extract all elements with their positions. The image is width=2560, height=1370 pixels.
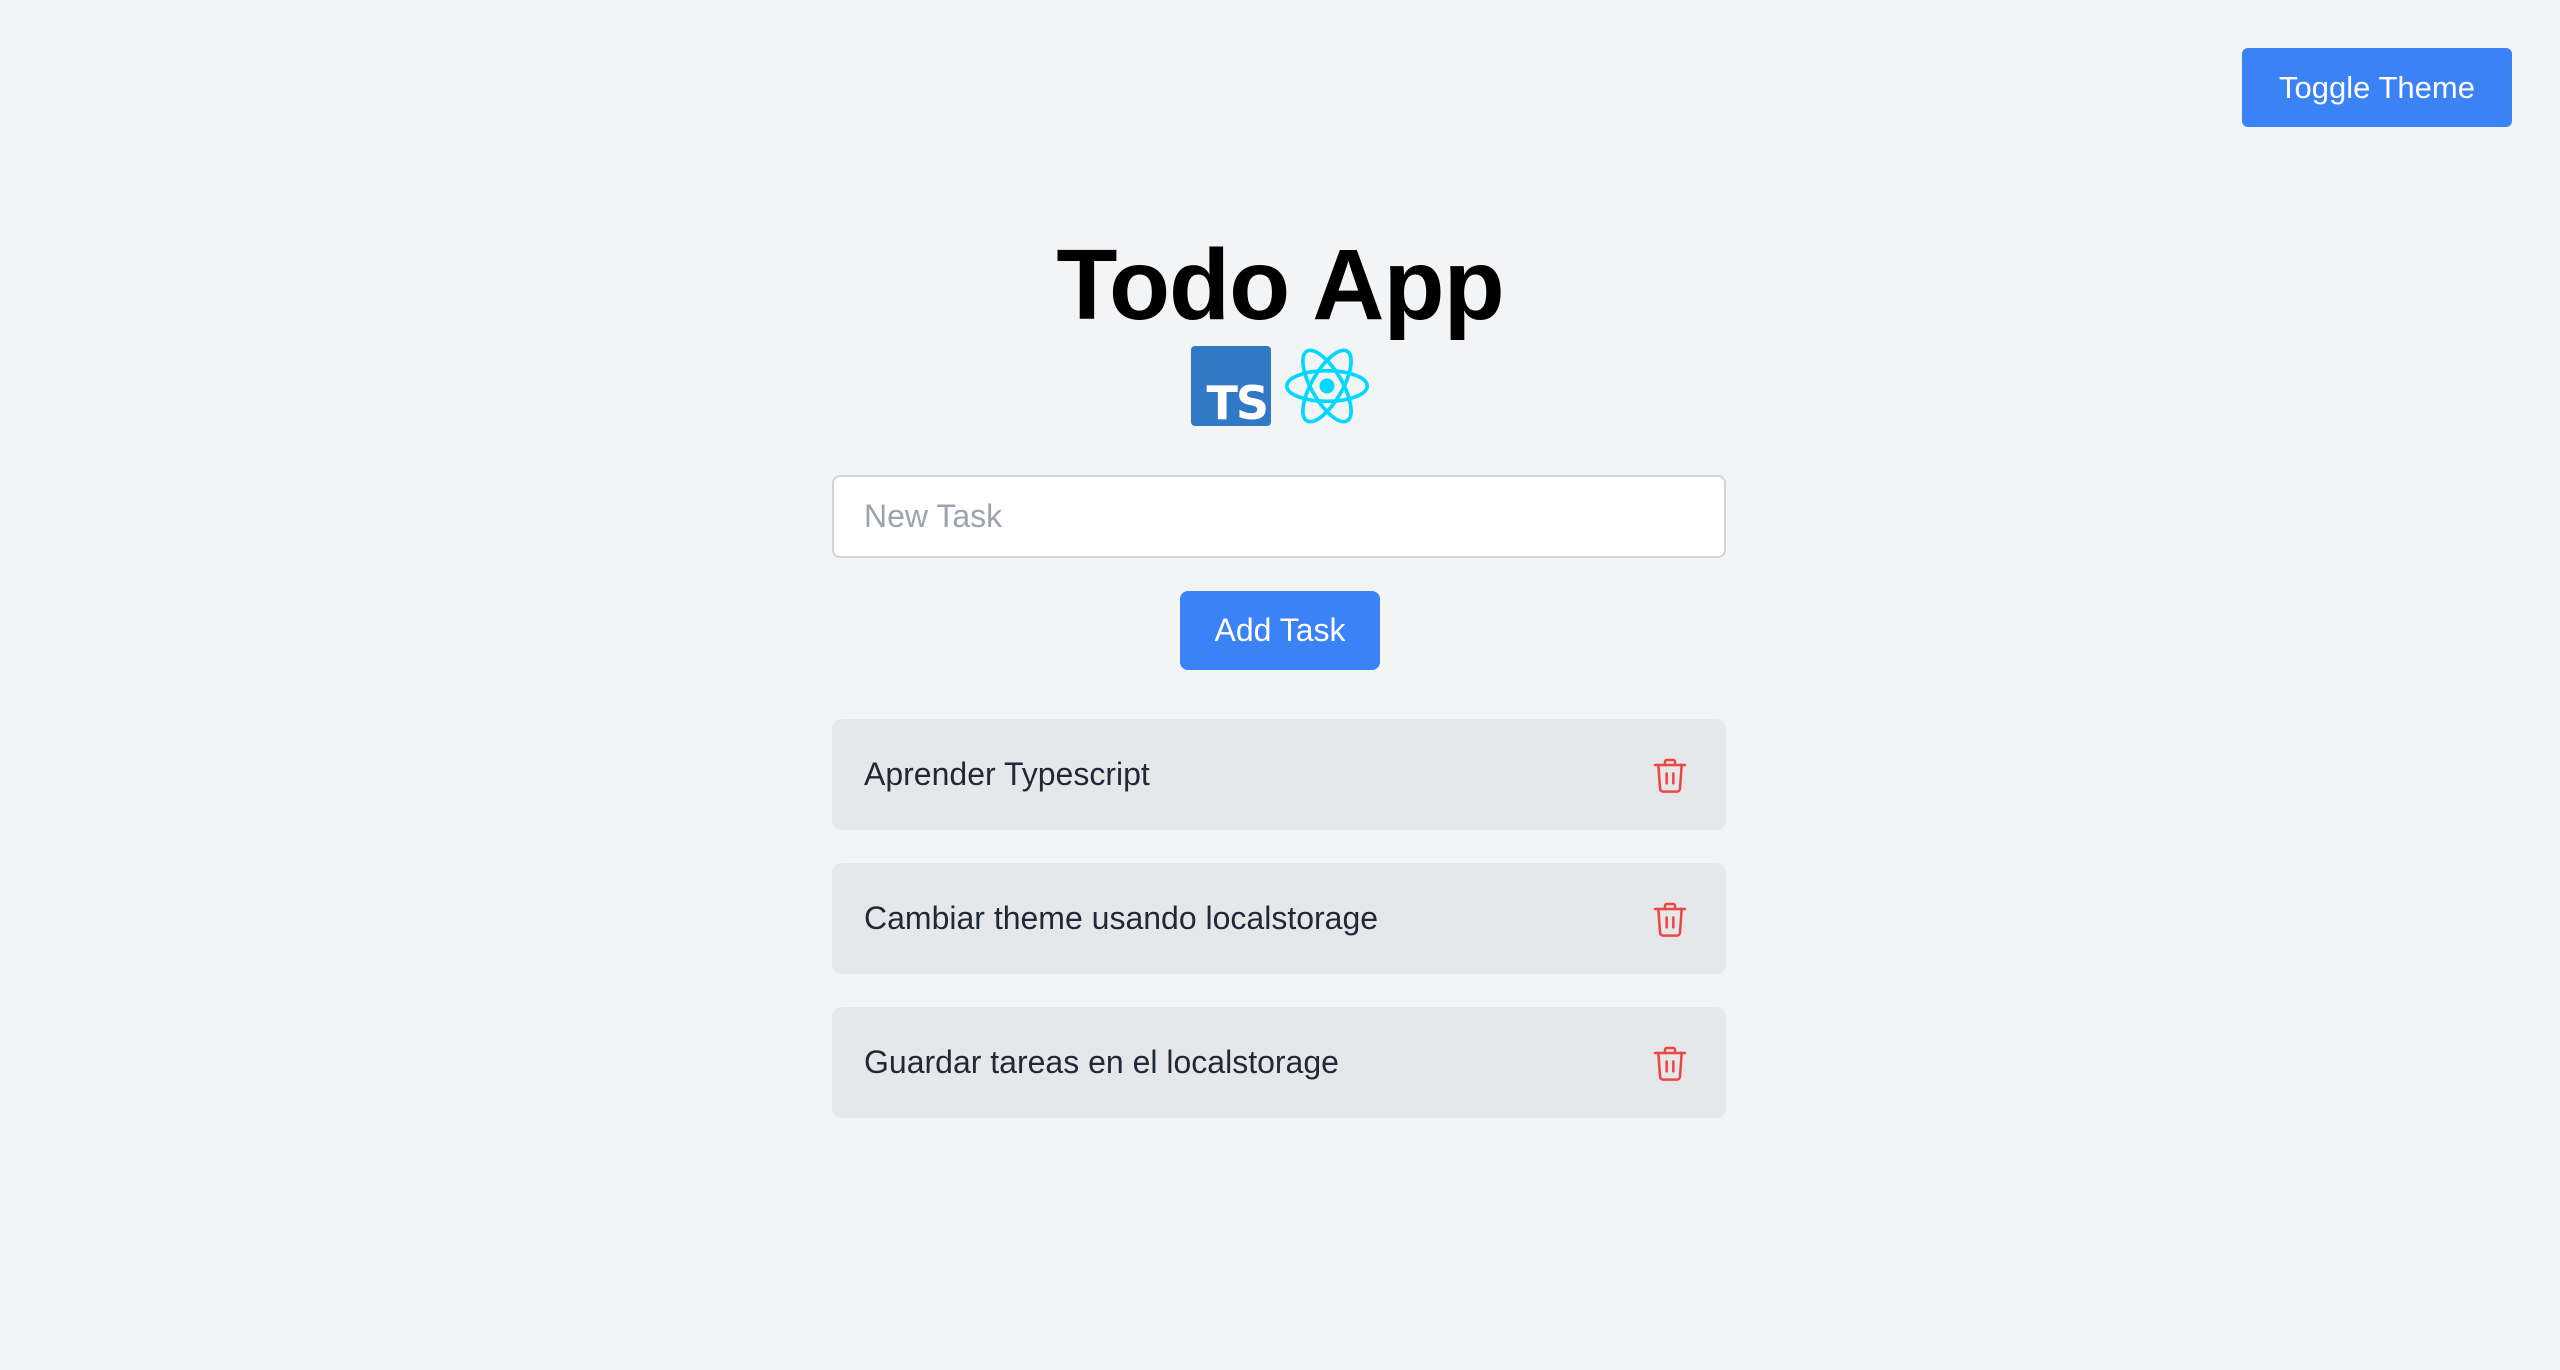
trash-icon — [1653, 902, 1687, 937]
typescript-icon: TS — [1191, 346, 1271, 430]
tech-logos: TS — [1191, 346, 1369, 430]
delete-task-button[interactable] — [1648, 895, 1692, 943]
trash-icon — [1653, 758, 1687, 793]
task-item: Cambiar theme usando localstorage — [832, 863, 1726, 974]
delete-task-button[interactable] — [1648, 751, 1692, 799]
task-text: Guardar tareas en el localstorage — [864, 1044, 1339, 1080]
task-item: Aprender Typescript — [832, 719, 1726, 830]
react-icon — [1285, 348, 1369, 424]
task-text: Cambiar theme usando localstorage — [864, 900, 1379, 936]
task-item: Guardar tareas en el localstorage — [832, 1007, 1726, 1118]
new-task-input[interactable] — [832, 475, 1726, 558]
delete-task-button[interactable] — [1648, 1039, 1692, 1087]
trash-icon — [1653, 1046, 1687, 1081]
task-list: Aprender Typescript Cambiar theme usando… — [832, 719, 1726, 1151]
task-text: Aprender Typescript — [864, 756, 1150, 792]
app-page: Toggle Theme Todo App TS Add Task Aprend… — [0, 0, 2560, 1370]
add-task-button[interactable]: Add Task — [1180, 591, 1380, 670]
page-title: Todo App — [1056, 229, 1504, 341]
toggle-theme-button[interactable]: Toggle Theme — [2242, 48, 2512, 127]
typescript-icon-text: TS — [1206, 376, 1268, 430]
